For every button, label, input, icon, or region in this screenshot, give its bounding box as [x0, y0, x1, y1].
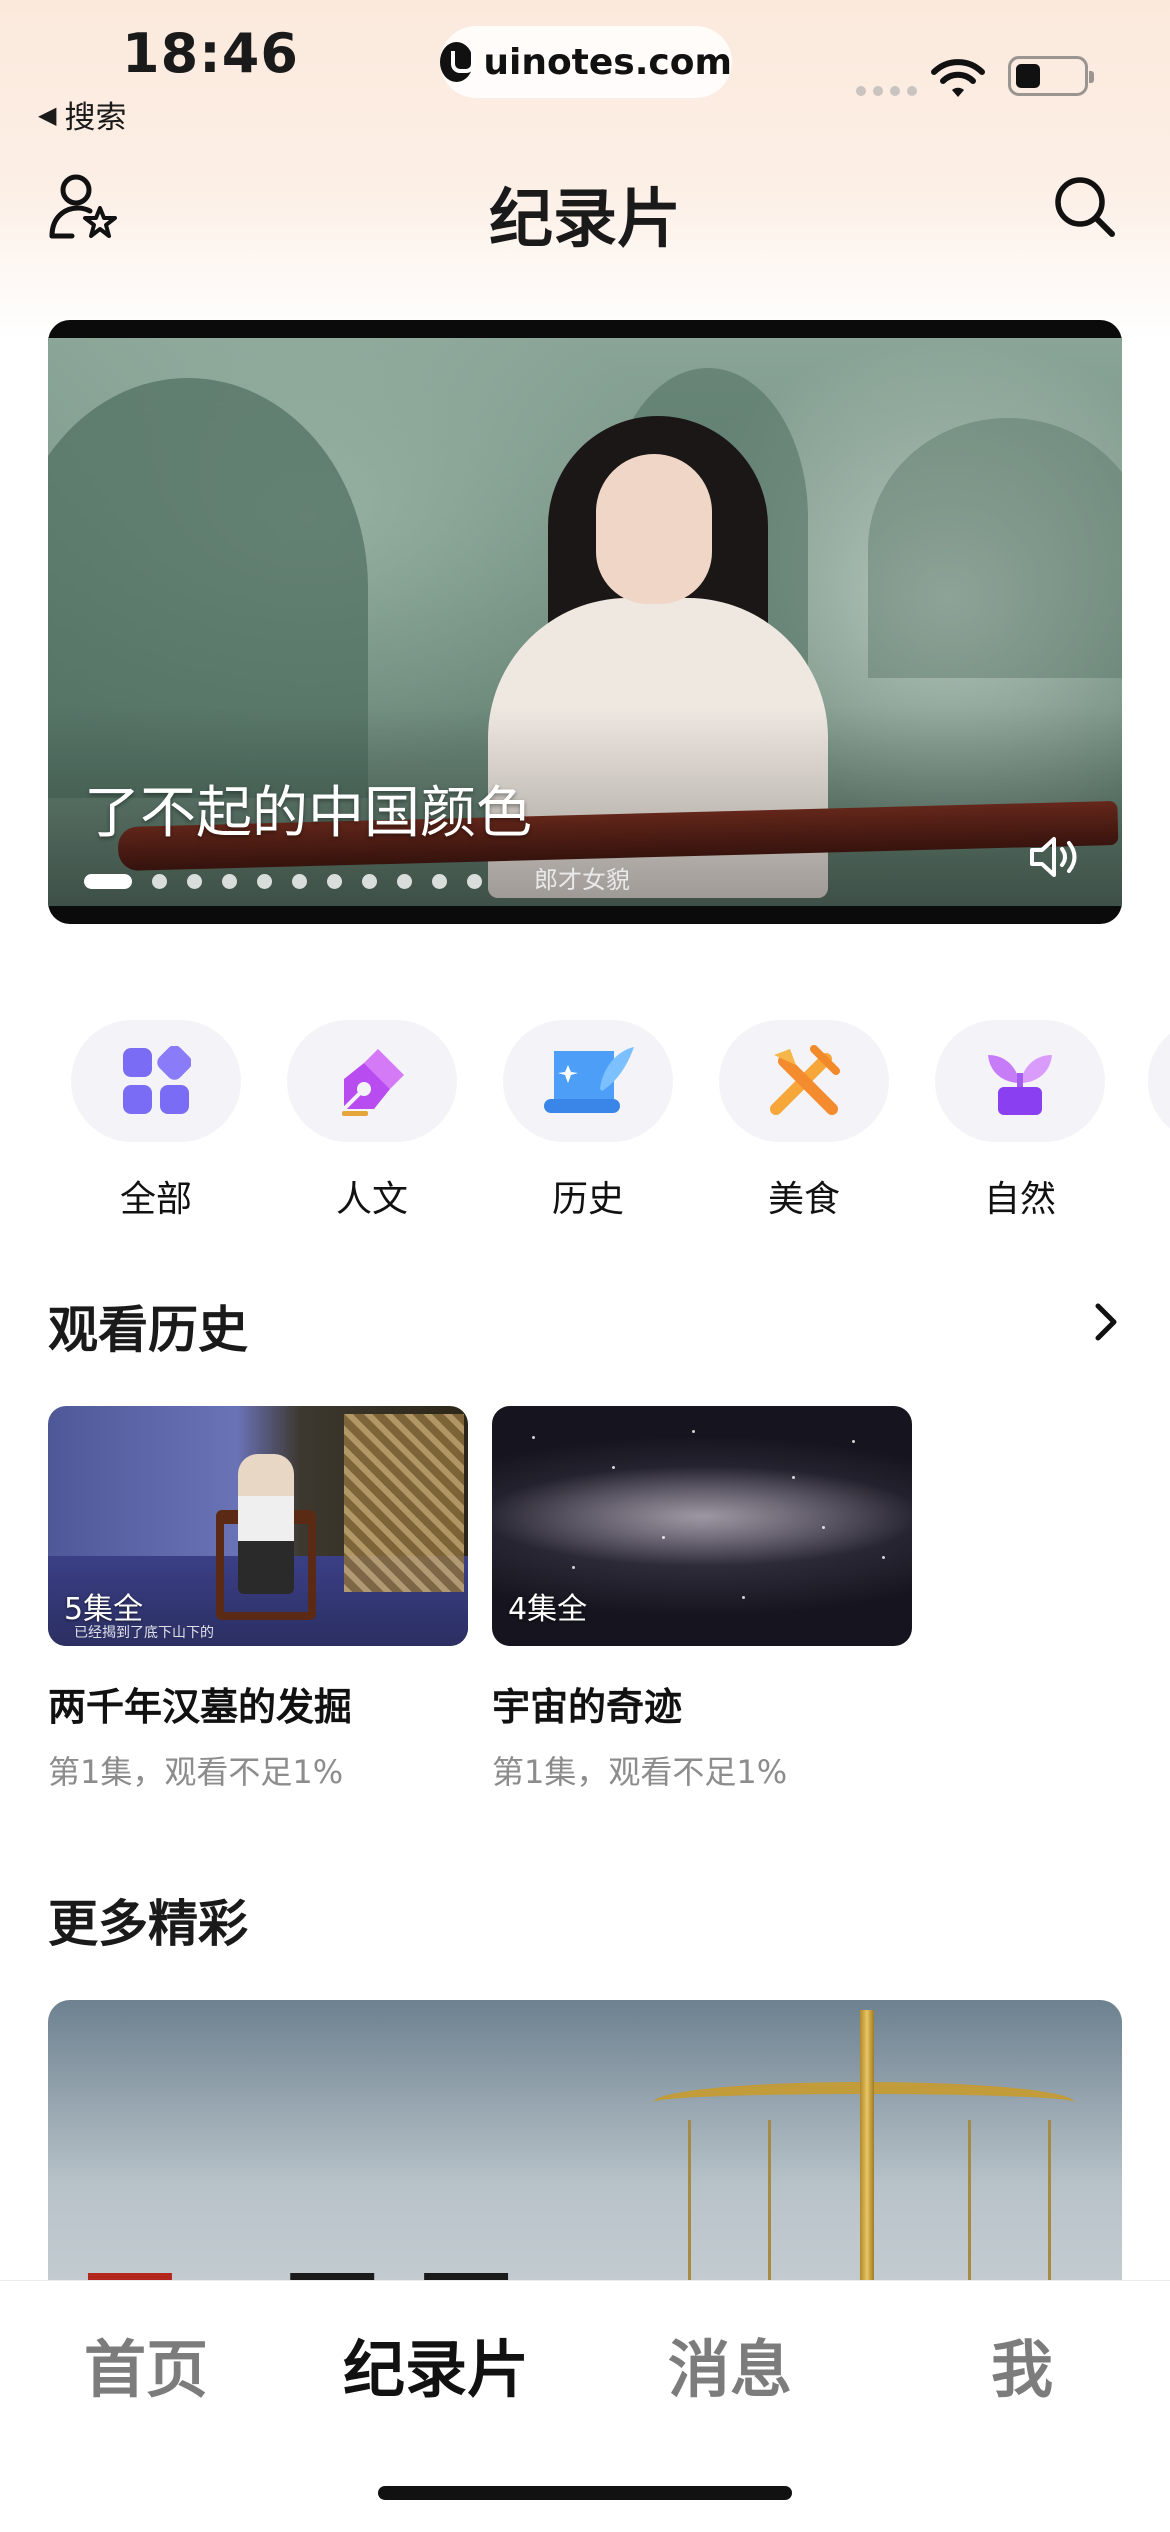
carousel-dot[interactable] [362, 874, 377, 889]
history-card[interactable]: 4集全 宇宙的奇迹 第1集，观看不足1% [492, 1406, 912, 1793]
pen-icon [342, 1049, 404, 1116]
category-label: 自然 [983, 1179, 1056, 1220]
category-nature[interactable]: 自然 [935, 1020, 1105, 1222]
history-thumbnail: 5集全 已经揭到了底下山下的 [48, 1406, 468, 1646]
category-bubble [71, 1020, 241, 1142]
history-card[interactable]: 5集全 已经揭到了底下山下的 两千年汉墓的发掘 第1集，观看不足1% [48, 1406, 468, 1793]
speaker-icon[interactable] [1028, 834, 1082, 880]
category-all[interactable]: 全部 [71, 1020, 241, 1222]
carousel-dot[interactable] [257, 874, 272, 889]
category-bubble [503, 1020, 673, 1142]
history-title: 宇宙的奇迹 [492, 1685, 683, 1729]
url-text: uinotes.com [483, 41, 732, 83]
wifi-icon [931, 59, 985, 97]
carousel-dot[interactable] [292, 874, 307, 889]
carousel-dot[interactable] [432, 874, 447, 889]
back-to-search-link[interactable]: ◀ 搜索 [38, 92, 126, 137]
tab-documentary[interactable]: 纪录片 [326, 2319, 546, 2409]
more-section-title: 更多精彩 [48, 1895, 248, 1953]
carousel-dot[interactable] [152, 874, 167, 889]
category-history[interactable]: 历史 [503, 1020, 673, 1222]
carousel-dot[interactable] [222, 874, 237, 889]
history-section-title: 观看历史 [48, 1301, 248, 1359]
carousel-dot[interactable] [327, 874, 342, 889]
site-logo-icon [440, 42, 476, 82]
cellular-signal-icon [856, 86, 917, 96]
carousel-dot[interactable] [397, 874, 412, 889]
tab-home[interactable]: 首页 [36, 2319, 256, 2409]
category-label: 历史 [551, 1179, 624, 1220]
plant-icon [988, 1055, 1052, 1115]
banner-subtitle: 郎才女貌 [534, 866, 630, 894]
category-label: 美食 [767, 1179, 840, 1220]
chevron-right-icon[interactable] [1088, 1298, 1124, 1346]
status-time: 18:46 [122, 22, 299, 85]
grid-icon [123, 1046, 191, 1114]
search-icon[interactable] [1050, 172, 1120, 242]
category-label: 全部 [119, 1179, 192, 1220]
history-progress: 第1集，观看不足1% [48, 1753, 344, 1791]
featured-banner[interactable]: 了不起的中国颜色 郎才女貌 [48, 320, 1122, 924]
thumbnail-caption: 已经揭到了底下山下的 [74, 1625, 214, 1641]
carousel-dot[interactable] [187, 874, 202, 889]
url-pill[interactable]: uinotes.com [440, 26, 732, 98]
category-bubble [719, 1020, 889, 1142]
utensils-icon [770, 1045, 840, 1115]
category-next-partial[interactable] [1148, 1020, 1170, 1142]
battery-icon [1008, 56, 1094, 96]
scroll-icon [544, 1047, 634, 1113]
history-progress: 第1集，观看不足1% [492, 1753, 788, 1791]
banner-title: 了不起的中国颜色 [84, 781, 532, 846]
tab-me[interactable]: 我 [912, 2319, 1132, 2409]
history-thumbnail: 4集全 [492, 1406, 912, 1646]
category-food[interactable]: 美食 [719, 1020, 889, 1222]
history-title: 两千年汉墓的发掘 [48, 1685, 353, 1729]
triangle-left-icon: ◀ [38, 100, 57, 129]
carousel-indicator [84, 874, 482, 889]
page-title: 纪录片 [489, 183, 681, 257]
tab-messages[interactable]: 消息 [620, 2319, 840, 2409]
back-label: 搜索 [64, 100, 127, 136]
carousel-dot[interactable] [84, 874, 132, 889]
category-label: 人文 [335, 1179, 408, 1220]
episode-badge: 4集全 [508, 1592, 588, 1627]
home-indicator[interactable] [378, 2486, 792, 2500]
category-bubble [287, 1020, 457, 1142]
carousel-dot[interactable] [467, 874, 482, 889]
category-bubble [935, 1020, 1105, 1142]
category-culture[interactable]: 人文 [287, 1020, 457, 1222]
